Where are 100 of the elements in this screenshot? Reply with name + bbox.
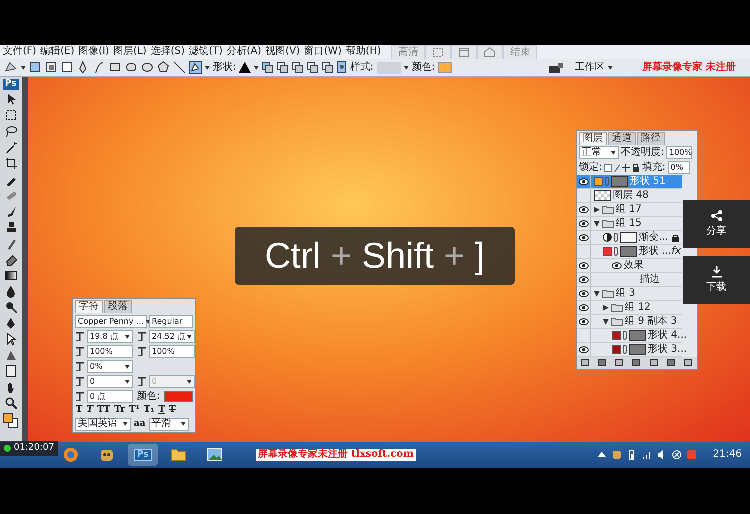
- layer-row[interactable]: 组 3: [577, 287, 682, 301]
- eye-icon[interactable]: [578, 220, 588, 228]
- signal-bars-icon[interactable]: [642, 450, 652, 460]
- layer-row[interactable]: 形状 ...fx: [577, 245, 682, 259]
- home-icon[interactable]: [484, 47, 496, 58]
- line-icon[interactable]: [173, 61, 186, 74]
- input-field[interactable]: 24.52 点: [149, 330, 195, 343]
- dodge-icon[interactable]: [4, 300, 18, 314]
- disclosure-triangle-icon[interactable]: [594, 220, 600, 226]
- text-style-toggle[interactable]: T¹: [128, 405, 141, 416]
- pen-icon[interactable]: [4, 316, 18, 330]
- mode-icon[interactable]: [45, 61, 58, 74]
- eye-icon[interactable]: [578, 304, 588, 312]
- link-style-icon[interactable]: [337, 61, 348, 74]
- language-dropdown[interactable]: 美国英语: [75, 418, 131, 431]
- layer-row[interactable]: 组 15: [577, 217, 682, 231]
- eye-icon[interactable]: [612, 262, 622, 270]
- panel-tab[interactable]: 路径: [637, 132, 665, 145]
- polygon-icon[interactable]: [157, 61, 170, 74]
- layer-row[interactable]: 效果: [577, 259, 682, 273]
- note-icon[interactable]: [4, 364, 18, 378]
- path-select-icon[interactable]: [4, 332, 18, 346]
- gradient-icon[interactable]: [4, 268, 18, 282]
- network-error-icon[interactable]: [672, 450, 682, 460]
- ellipse-icon[interactable]: [141, 61, 154, 74]
- eye-icon[interactable]: [578, 318, 588, 326]
- input-field[interactable]: 0%: [87, 360, 133, 373]
- panel-tab[interactable]: 图层: [579, 132, 607, 145]
- rounded-rectangle-icon[interactable]: [125, 61, 138, 74]
- battery-icon[interactable]: [627, 450, 638, 460]
- window-icon[interactable]: [458, 47, 470, 58]
- opacity-field[interactable]: 100%: [666, 146, 692, 159]
- eye-icon[interactable]: [578, 234, 588, 242]
- mascot-icon[interactable]: [99, 447, 115, 463]
- text-style-toggle[interactable]: TT: [96, 405, 112, 416]
- shape-preset-icon[interactable]: [4, 61, 18, 74]
- font-family-dropdown[interactable]: Copper Penny ...: [75, 315, 147, 328]
- photoshop-taskbar-button[interactable]: Ps: [134, 448, 152, 462]
- disclosure-triangle-icon[interactable]: [603, 304, 609, 310]
- panel-tab[interactable]: 段落: [104, 300, 132, 313]
- combine-mode-icon[interactable]: [307, 62, 320, 74]
- eye-icon[interactable]: [578, 276, 588, 284]
- eye-icon[interactable]: [578, 290, 588, 298]
- mode-icon[interactable]: [61, 61, 74, 74]
- layer-row[interactable]: 图层 48: [577, 189, 682, 203]
- disclosure-triangle-icon[interactable]: [594, 206, 600, 212]
- picture-icon[interactable]: [207, 448, 223, 462]
- mascot-icon[interactable]: [612, 450, 622, 460]
- text-style-toggle[interactable]: T: [158, 405, 166, 416]
- eraser-icon[interactable]: [4, 252, 18, 266]
- font-style-dropdown[interactable]: Regular: [149, 315, 193, 328]
- text-style-toggle[interactable]: T: [86, 405, 94, 416]
- eye-icon[interactable]: [578, 206, 588, 214]
- menu-item[interactable]: 编辑(E): [40, 46, 75, 58]
- zoom-icon[interactable]: [4, 396, 18, 410]
- layer-row[interactable]: 描边: [577, 273, 682, 287]
- lasso-icon[interactable]: [4, 124, 18, 138]
- combine-mode-icon[interactable]: [262, 62, 274, 74]
- input-field[interactable]: 0: [87, 375, 133, 388]
- text-style-toggle[interactable]: Tr: [113, 405, 126, 416]
- selection-frame-icon[interactable]: [432, 47, 444, 58]
- layer-row[interactable]: 组 12: [577, 301, 682, 315]
- panel-tab[interactable]: 通道: [608, 132, 636, 145]
- text-style-toggle[interactable]: T: [168, 405, 177, 416]
- layer-row[interactable]: 组 9 副本 3: [577, 315, 682, 329]
- rectangle-icon[interactable]: [109, 61, 122, 74]
- disclosure-triangle-icon[interactable]: [594, 290, 600, 296]
- menu-item[interactable]: 图像(I): [78, 46, 110, 58]
- workspace-menu[interactable]: 工作区: [575, 62, 613, 74]
- input-field[interactable]: 0 点: [87, 390, 133, 403]
- disclosure-triangle-icon[interactable]: [603, 318, 609, 324]
- color-swatches-icon[interactable]: [3, 412, 19, 429]
- text-color-swatch[interactable]: [164, 391, 193, 402]
- fill-field[interactable]: 0%: [668, 161, 690, 174]
- stamp-icon[interactable]: [4, 220, 18, 234]
- menu-item[interactable]: 分析(A): [226, 46, 262, 58]
- marquee-icon[interactable]: [4, 108, 18, 122]
- custom-shape-icon[interactable]: [189, 61, 202, 74]
- input-field[interactable]: 100%: [149, 345, 195, 358]
- droplet-icon[interactable]: [4, 284, 18, 298]
- combine-mode-icon[interactable]: [292, 62, 304, 74]
- menu-item[interactable]: 滤镜(T): [188, 46, 223, 58]
- combine-mode-icon[interactable]: [322, 62, 334, 74]
- menu-item[interactable]: 图层(L): [113, 46, 147, 58]
- magic-wand-icon[interactable]: [4, 140, 18, 154]
- menu-item[interactable]: 视图(V): [266, 46, 300, 58]
- input-field[interactable]: 100%: [87, 345, 133, 358]
- freeform-pen-icon[interactable]: [93, 61, 106, 74]
- mode-icon[interactable]: [29, 61, 42, 74]
- color-swatch[interactable]: [438, 62, 452, 73]
- eye-icon[interactable]: [578, 346, 588, 354]
- input-field[interactable]: 19.8 点: [87, 330, 133, 343]
- action-button[interactable]: 下载: [683, 256, 750, 304]
- menu-item[interactable]: 文件(F): [3, 46, 37, 58]
- antialias-dropdown[interactable]: 平滑: [148, 418, 189, 431]
- layer-row[interactable]: 组 17: [577, 203, 682, 217]
- tray-expand-icon[interactable]: [597, 450, 608, 460]
- text-style-toggle[interactable]: T: [75, 405, 84, 416]
- layer-row[interactable]: 渐变...: [577, 231, 682, 245]
- combine-mode-icon[interactable]: [277, 62, 290, 74]
